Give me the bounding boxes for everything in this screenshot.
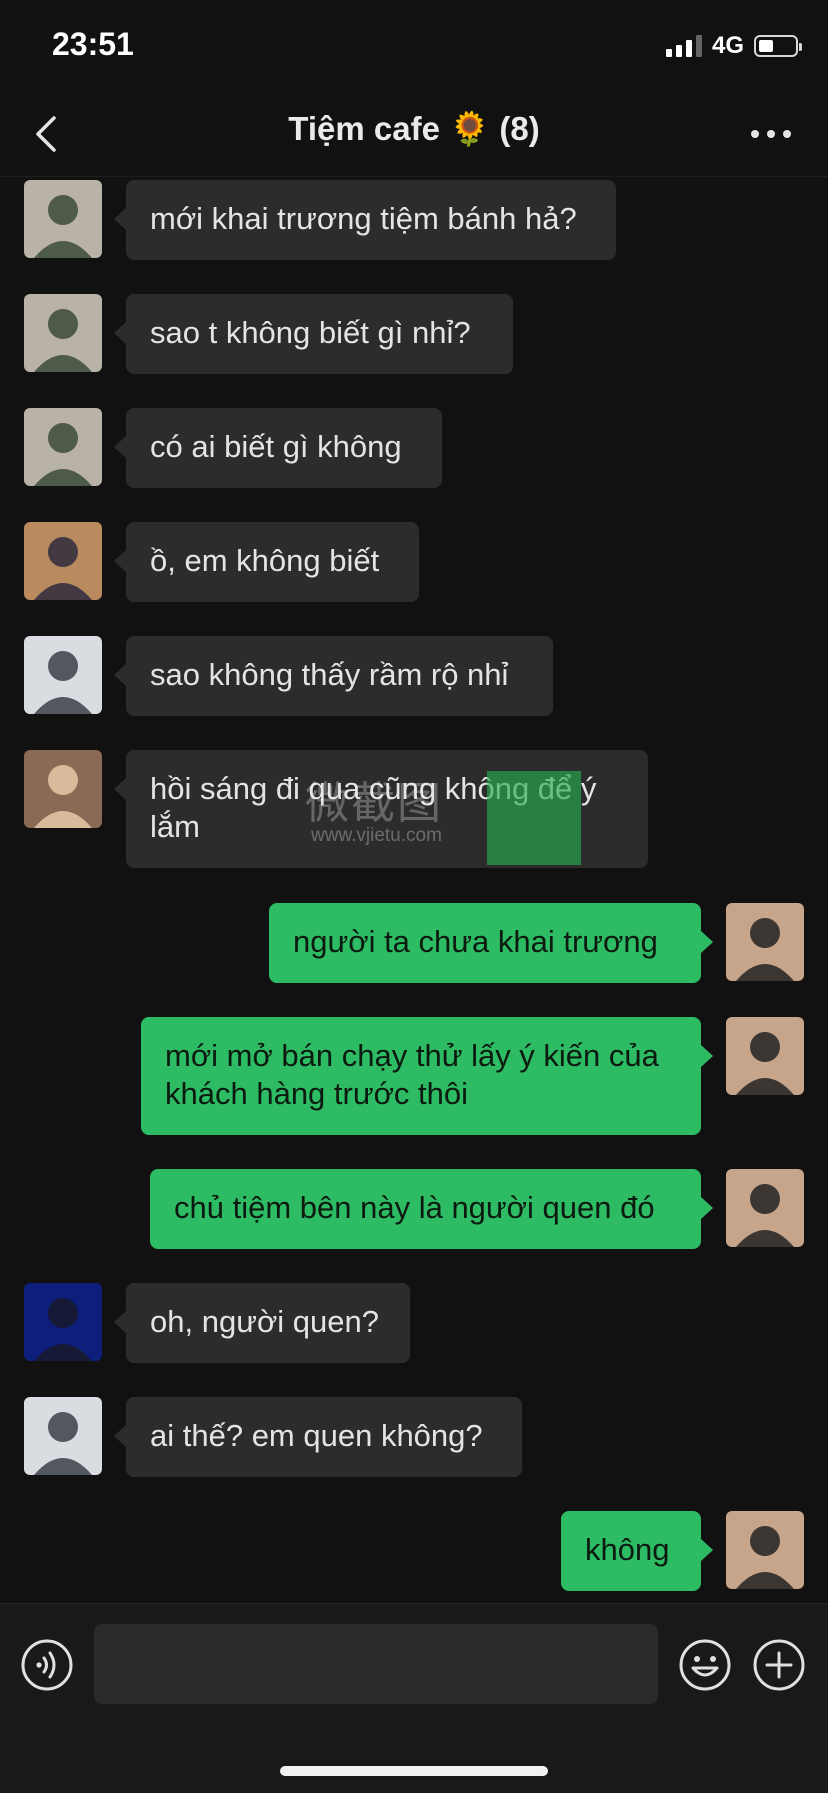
message-text: có ai biết gì không [150,429,402,464]
avatar[interactable] [726,903,804,981]
message-bubble[interactable]: sao t không biết gì nhỉ? [114,294,513,374]
message-bubble[interactable]: ai thế? em quen không? [114,1397,522,1477]
emoji-icon[interactable] [678,1638,732,1692]
status-bar: 23:51 4G [0,0,828,92]
avatar[interactable] [24,1397,102,1475]
avatar-photo [24,636,102,714]
message-bubble[interactable]: chủ tiệm bên này là người quen đó [150,1169,713,1249]
message-text: không [585,1532,670,1567]
message-bubble[interactable]: mới khai trương tiệm bánh hả? [114,180,616,260]
message-bubble[interactable]: người ta chưa khai trương [269,903,713,983]
home-indicator [280,1766,548,1776]
message-text: mới khai trương tiệm bánh hả? [150,201,577,236]
avatar[interactable] [726,1511,804,1589]
avatar[interactable] [726,1169,804,1247]
message-bubble[interactable]: sao không thấy rầm rộ nhỉ [114,636,553,716]
message-text: sao t không biết gì nhỉ? [150,315,471,350]
avatar[interactable] [726,1017,804,1095]
avatar[interactable] [24,294,102,372]
message-list[interactable]: mới khai trương tiệm bánh hả? sao t khôn… [0,177,828,1603]
message-text: hồi sáng đi qua cũng không để ý lắm [150,771,597,844]
battery-icon [754,35,802,57]
avatar-photo [726,903,804,981]
avatar[interactable] [24,180,102,258]
avatar-photo [24,294,102,372]
message-text: ai thế? em quen không? [150,1418,483,1453]
message-input[interactable] [94,1624,658,1704]
message-text: oh, người quen? [150,1304,379,1339]
plus-circle-icon[interactable] [752,1638,806,1692]
message-bubble[interactable]: hồi sáng đi qua cũng không để ý lắm [114,750,648,868]
avatar[interactable] [24,636,102,714]
status-time: 23:51 [52,26,134,62]
message-bubble[interactable]: ồ, em không biết [114,522,419,602]
voice-icon[interactable] [20,1638,74,1692]
status-indicators: 4G [665,32,802,60]
avatar-photo [726,1169,804,1247]
message-text: ồ, em không biết [150,543,380,578]
avatar-photo [726,1511,804,1589]
network-label: 4G [711,32,744,59]
message-bubble[interactable]: có ai biết gì không [114,408,442,488]
message-bubble[interactable]: oh, người quen? [114,1283,410,1363]
avatar[interactable] [24,1283,102,1361]
message-bubble[interactable]: mới mở bán chạy thử lấy ý kiến của khách… [141,1017,713,1135]
signal-icon [665,35,702,57]
avatar[interactable] [24,750,102,828]
message-text: mới mở bán chạy thử lấy ý kiến của khách… [165,1038,659,1111]
avatar-photo [24,408,102,486]
input-bar [0,1603,828,1793]
more-horizontal-icon[interactable] [748,122,794,146]
avatar-photo [726,1017,804,1095]
message-text: chủ tiệm bên này là người quen đó [174,1190,655,1225]
message-text: sao không thấy rầm rộ nhỉ [150,657,509,692]
avatar-photo [24,750,102,828]
message-text: người ta chưa khai trương [293,924,658,959]
chat-title: Tiệm cafe 🌻 (8) [288,110,540,147]
avatar-photo [24,180,102,258]
avatar-photo [24,1283,102,1361]
nav-bar: Tiệm cafe 🌻 (8) [0,92,828,177]
avatar-photo [24,1397,102,1475]
message-bubble[interactable]: không [561,1511,713,1591]
avatar[interactable] [24,522,102,600]
avatar-photo [24,522,102,600]
avatar[interactable] [24,408,102,486]
